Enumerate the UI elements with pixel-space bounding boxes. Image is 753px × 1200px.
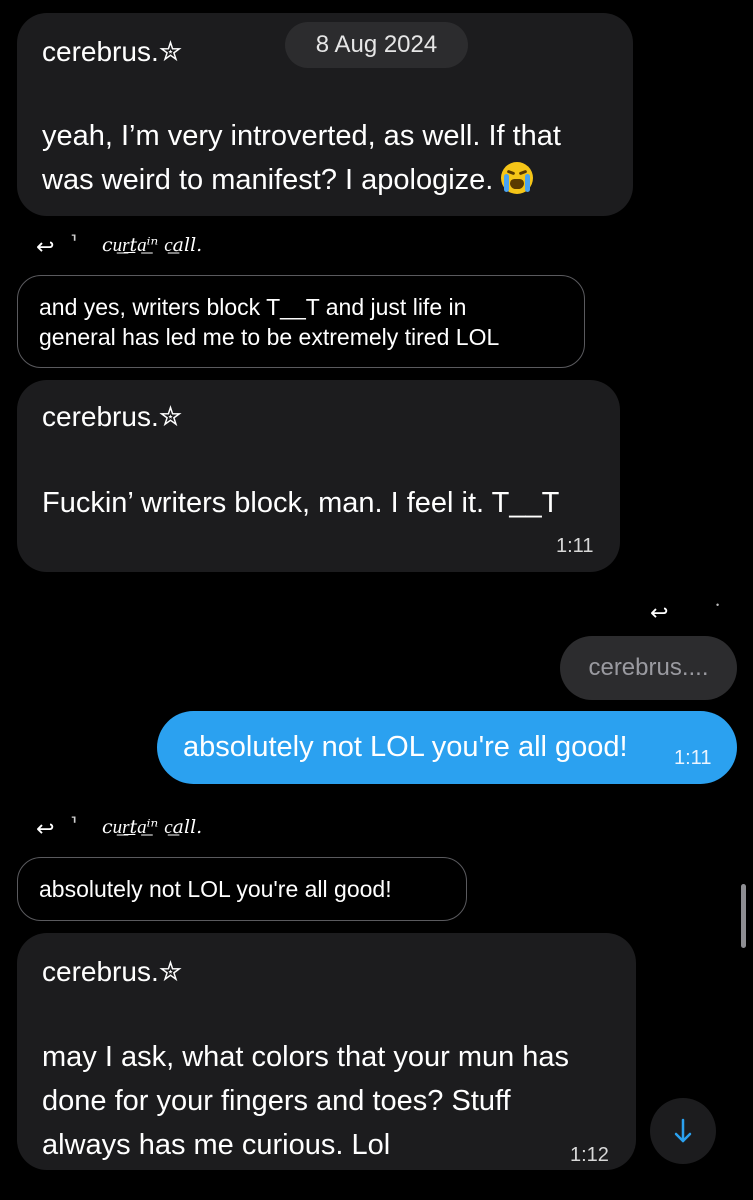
quote-line: absolutely not LOL you're all good! (39, 876, 392, 902)
outgoing-message-time: 1:11 (674, 747, 712, 769)
message-line: was weird to manifest? I apologize. (42, 158, 632, 202)
message-bubble[interactable]: cerebrus.✮ may I ask, what colors that y… (17, 933, 636, 1170)
replied-to-name: cu͟r͟ta͟ⁱⁿ c͟all. (102, 816, 203, 838)
scroll-indicator[interactable] (741, 884, 746, 948)
dot-icon: • (716, 600, 720, 610)
message-text: yeah, I’m very introverted, as well. If … (42, 114, 632, 202)
replied-to-name: cu͟r͟ta͟ⁱⁿ c͟all. (102, 234, 203, 256)
message-time: 1:11 (556, 535, 594, 557)
scroll-to-bottom-button[interactable] (650, 1098, 716, 1164)
outgoing-reply-indicator: ↩ • (650, 600, 730, 625)
feather-icon: ⸣ (70, 814, 78, 834)
message-text: Fuckin’ writers block, man. I feel it. T… (42, 487, 560, 519)
message-text: may I ask, what colors that your mun has… (42, 1035, 632, 1167)
feather-icon: ⸣ (70, 232, 78, 252)
outgoing-message-text: absolutely not LOL you're all good! (183, 731, 628, 763)
date-separator: 8 Aug 2024 (285, 22, 468, 68)
quoted-message[interactable]: and yes, writers block T__T and just lif… (17, 275, 585, 368)
quote-line: general has led me to be extremely tired… (39, 324, 500, 350)
reply-header[interactable]: ↩ ⸣ cu͟r͟ta͟ⁱⁿ c͟all. (36, 232, 276, 262)
sender-name: cerebrus.✮ (42, 956, 183, 987)
reply-header[interactable]: ↩ ⸣ cu͟r͟ta͟ⁱⁿ c͟all. (36, 814, 276, 844)
message-bubble[interactable]: cerebrus.✮ Fuckin’ writers block, man. I… (17, 380, 620, 572)
arrow-down-icon (674, 1118, 692, 1143)
message-line: always has me curious. Lol (42, 1129, 391, 1161)
message-line: may I ask, what colors that your mun has (42, 1041, 570, 1073)
outgoing-message-bubble[interactable]: absolutely not LOL you're all good! 1:11 (157, 711, 737, 784)
quote-line: and yes, writers block T__T and just lif… (39, 294, 467, 320)
reply-arrow-icon: ↩ (36, 234, 55, 259)
message-line: done for your fingers and toes? Stuff (42, 1085, 511, 1117)
loudly-crying-face-emoji (501, 162, 534, 194)
message-line: yeah, I’m very introverted, as well. If … (42, 120, 561, 152)
reply-arrow-icon: ↩ (36, 816, 55, 841)
message-time: 1:12 (570, 1144, 609, 1166)
sender-name: cerebrus.✮ (42, 36, 183, 67)
reply-arrow-icon: ↩ (650, 600, 669, 625)
outgoing-quoted-message[interactable]: cerebrus.... (560, 636, 737, 700)
sender-name: cerebrus.✮ (42, 401, 183, 432)
quoted-message[interactable]: absolutely not LOL you're all good! (17, 857, 467, 921)
message-line-text: was weird to manifest? I apologize. (42, 164, 494, 196)
